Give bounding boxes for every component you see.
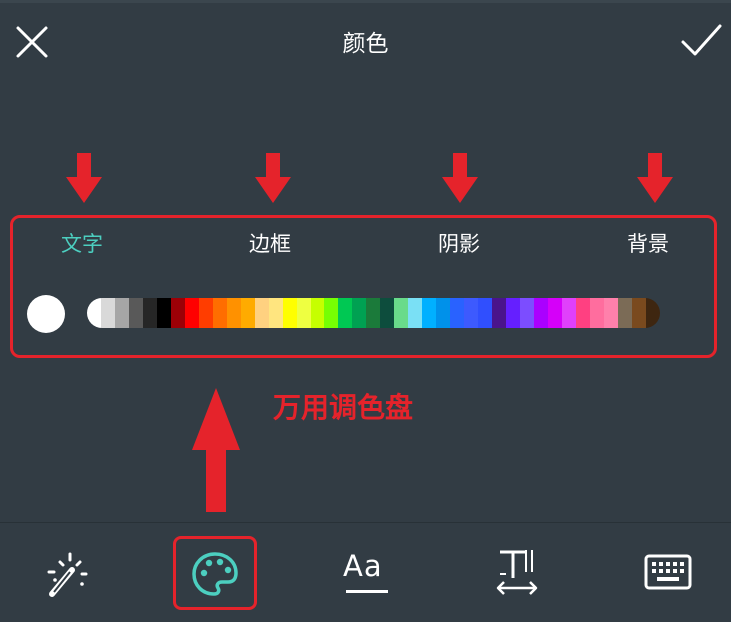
palette-icon [192,552,238,596]
color-swatch[interactable] [394,298,409,328]
color-swatch[interactable] [296,298,311,328]
annotation-arrow-down [255,153,291,203]
color-swatch[interactable] [464,298,479,328]
color-swatch[interactable] [142,298,157,328]
color-swatch[interactable] [226,298,241,328]
color-swatch[interactable] [282,298,297,328]
color-swatch[interactable] [254,298,269,328]
color-swatch[interactable] [338,298,353,328]
color-swatch[interactable] [310,298,325,328]
color-swatch[interactable] [561,298,576,328]
tab-shadow-color[interactable]: 阴影 [438,228,480,258]
color-swatch[interactable] [408,298,423,328]
keyboard-button[interactable] [643,540,693,608]
color-swatch[interactable] [366,298,381,328]
color-swatch[interactable] [156,298,171,328]
color-palette-button[interactable] [190,540,240,608]
tab-text-color[interactable]: 文字 [61,228,103,258]
color-swatch[interactable] [506,298,521,328]
color-swatch[interactable] [436,298,451,328]
annotation-highlight-box [10,215,717,358]
color-swatch[interactable] [100,298,115,328]
tab-border-color[interactable]: 边框 [249,228,291,258]
color-swatch[interactable] [324,298,339,328]
confirm-button[interactable] [678,20,724,62]
annotation-arrow-down [637,153,673,203]
color-swatch[interactable] [603,298,618,328]
color-swatch[interactable] [575,298,590,328]
color-swatch[interactable] [422,298,437,328]
color-swatch[interactable] [268,298,283,328]
color-swatch[interactable] [128,298,143,328]
color-swatch[interactable] [478,298,493,328]
color-swatch[interactable] [212,298,227,328]
color-swatch[interactable] [617,298,632,328]
color-swatch[interactable] [547,298,562,328]
magic-wand-icon [47,552,88,597]
font-icon-label: Aa [343,549,383,583]
magic-wand-button[interactable] [40,540,90,608]
annotation-arrow-up [192,388,240,512]
color-swatch[interactable] [380,298,395,328]
selected-color-preview[interactable] [27,295,65,333]
annotation-label: 万用调色盘 [273,391,414,424]
color-swatch[interactable] [240,298,255,328]
page-title: 颜色 [342,31,389,57]
annotation-arrow-down [66,153,102,203]
color-swatch[interactable] [534,298,548,328]
color-swatch[interactable] [198,298,213,328]
text-spacing-button[interactable] [490,540,546,608]
color-swatch[interactable] [589,298,604,328]
checkmark-icon [681,24,722,56]
color-swatch[interactable] [631,298,646,328]
color-palette-strip[interactable] [87,298,660,328]
annotation-arrow-down [442,153,478,203]
color-swatch[interactable] [450,298,465,328]
font-icon-underline [346,590,388,593]
color-swatch[interactable] [492,298,507,328]
text-spacing-icon [496,550,538,595]
color-swatch[interactable] [184,298,199,328]
status-bar-strip [0,0,731,3]
keyboard-icon [644,554,692,590]
color-swatch[interactable] [352,298,367,328]
color-swatch[interactable] [114,298,129,328]
toolbar-divider [0,522,731,523]
color-swatch[interactable] [520,298,534,328]
color-swatch[interactable] [170,298,185,328]
tab-background-color[interactable]: 背景 [627,228,669,258]
